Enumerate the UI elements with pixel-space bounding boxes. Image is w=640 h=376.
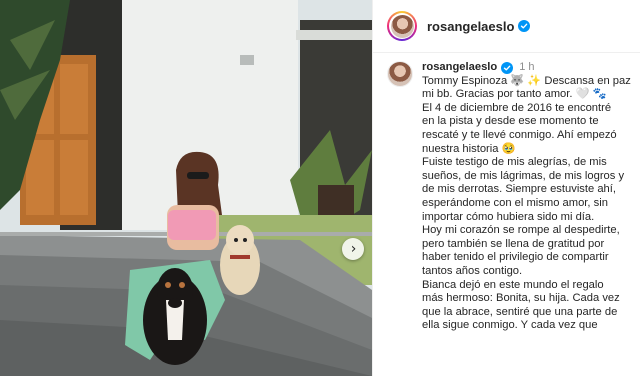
caption-row: rosangelaeslo 1 h Tommy Espinoza 🐺 ✨ Des… [387, 61, 637, 333]
post-photo[interactable]: › [0, 0, 372, 376]
avatar[interactable] [387, 11, 417, 41]
post-timestamp[interactable]: 1 h [519, 61, 534, 75]
caption-line: Hoy mi corazón se rompe al despedirte, [422, 224, 620, 237]
avatar-inner [389, 13, 415, 39]
post-side-panel: rosangelaeslo rosangelaeslo 1 h Tommy Es… [372, 0, 640, 376]
caption-line: de mis derrotas. Siempre estuviste ahí, [422, 183, 617, 196]
caption-user-line: rosangelaeslo 1 h [422, 61, 637, 75]
caption-line: importar cómo hubiera sido mi día. [422, 210, 595, 223]
caption-line: en la pista y desde ese momento te [422, 115, 599, 128]
caption-line: más hermoso: Bonita, su hija. Cada vez [422, 292, 620, 305]
instagram-post-view: › rosangelaeslo rosangelaeslo 1 h Tommy … [0, 0, 640, 376]
avatar-image [390, 14, 414, 38]
verified-badge-icon [518, 20, 531, 32]
caption-line: esperándome con el mismo amor, sin [422, 196, 608, 209]
caption-line: que la abrace, sentiré que una parte de [422, 305, 618, 318]
caption-line: ella sigue conmigo. Y cada vez que [422, 319, 598, 332]
caption-line: Fuiste testigo de mis alegrías, de mis [422, 156, 607, 169]
chevron-right-icon: › [350, 241, 357, 257]
caption-avatar[interactable] [387, 61, 413, 87]
caption-line: mi bb. Gracias por tanto amor. 🤍 🐾 [422, 88, 607, 101]
caption-line: rescaté y te llevé conmigo. Ahí empezó [422, 128, 617, 141]
caption-line: El 4 de diciembre de 2016 te encontré [422, 101, 612, 114]
header-username[interactable]: rosangelaeslo [427, 19, 514, 34]
caption-line: Tommy Espinoza 🐺 ✨ Descansa en paz [422, 74, 631, 87]
verified-badge-icon [501, 61, 514, 74]
caption-line: nuestra historia 🥹 [422, 142, 516, 155]
caption-line: pero también se llena de gratitud por [422, 237, 605, 250]
caption-line: haber tenido el privilegio de compartir [422, 251, 609, 264]
caption-body: Tommy Espinoza 🐺 ✨ Descansa en paz mi bb… [422, 75, 637, 333]
photo-illustration [0, 0, 372, 376]
caption-line: tantos años contigo. [422, 264, 523, 277]
caption-text: rosangelaeslo 1 h Tommy Espinoza 🐺 ✨ Des… [422, 61, 637, 333]
post-header: rosangelaeslo [373, 0, 640, 53]
carousel-next-button[interactable]: › [342, 238, 364, 260]
caption-username[interactable]: rosangelaeslo [422, 61, 497, 75]
caption-line: sueños, de mis lágrimas, de mis logros y [422, 169, 625, 182]
caption-line: Bianca dejó en este mundo el regalo [422, 278, 604, 291]
